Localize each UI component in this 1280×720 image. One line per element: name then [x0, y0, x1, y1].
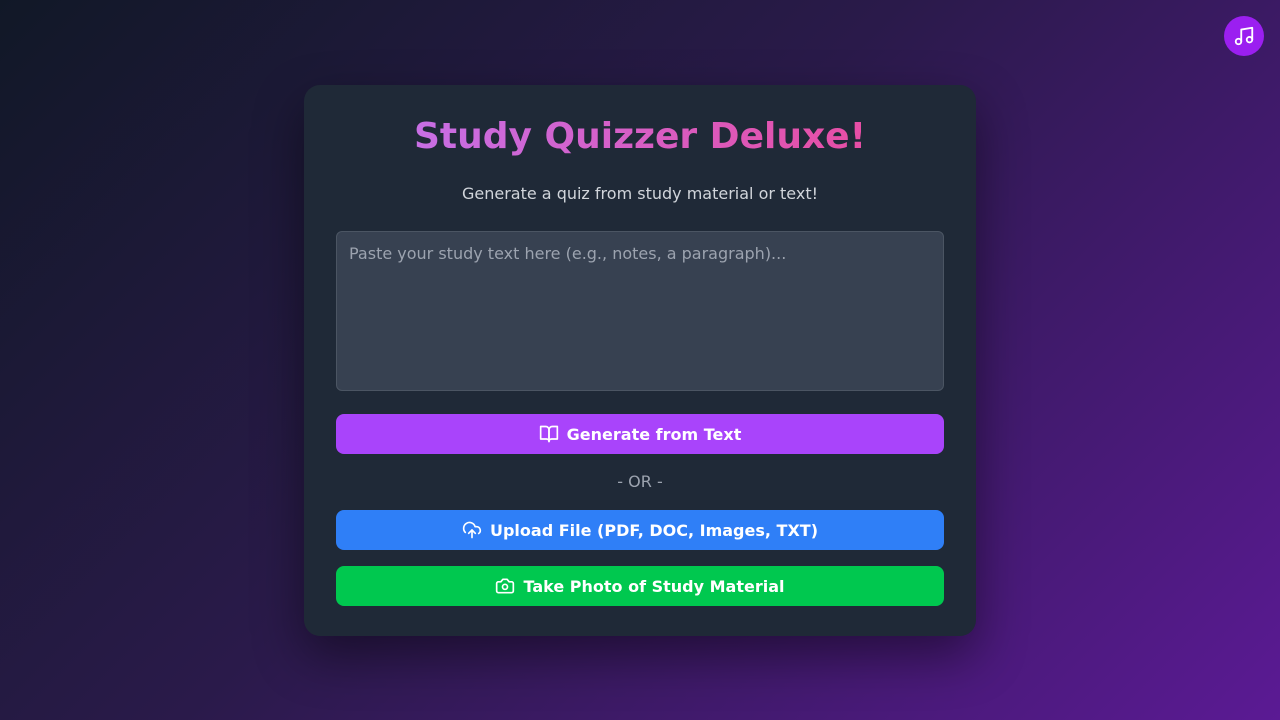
upload-file-label: Upload File (PDF, DOC, Images, TXT): [489, 520, 819, 540]
or-divider: - OR -: [617, 472, 663, 491]
camera-icon: [496, 578, 515, 594]
page-subtitle: Generate a quiz from study material or t…: [461, 184, 819, 203]
take-photo-button[interactable]: Take Photo of Study Material: [336, 566, 944, 606]
music-note-icon: [1234, 26, 1254, 46]
generate-from-text-label: Generate from Text: [566, 424, 742, 444]
music-toggle-button[interactable]: [1224, 16, 1264, 56]
generate-from-text-button[interactable]: Generate from Text: [336, 414, 944, 454]
take-photo-label: Take Photo of Study Material: [523, 576, 785, 596]
page-title: Study Quizzer Deluxe!: [336, 115, 944, 159]
book-open-icon: [539, 425, 558, 443]
cloud-upload-icon: [462, 521, 482, 539]
study-text-input[interactable]: [336, 231, 944, 391]
quiz-generator-card: Study Quizzer Deluxe! Generate a quiz fr…: [304, 85, 976, 636]
upload-file-button[interactable]: Upload File (PDF, DOC, Images, TXT): [336, 510, 944, 550]
